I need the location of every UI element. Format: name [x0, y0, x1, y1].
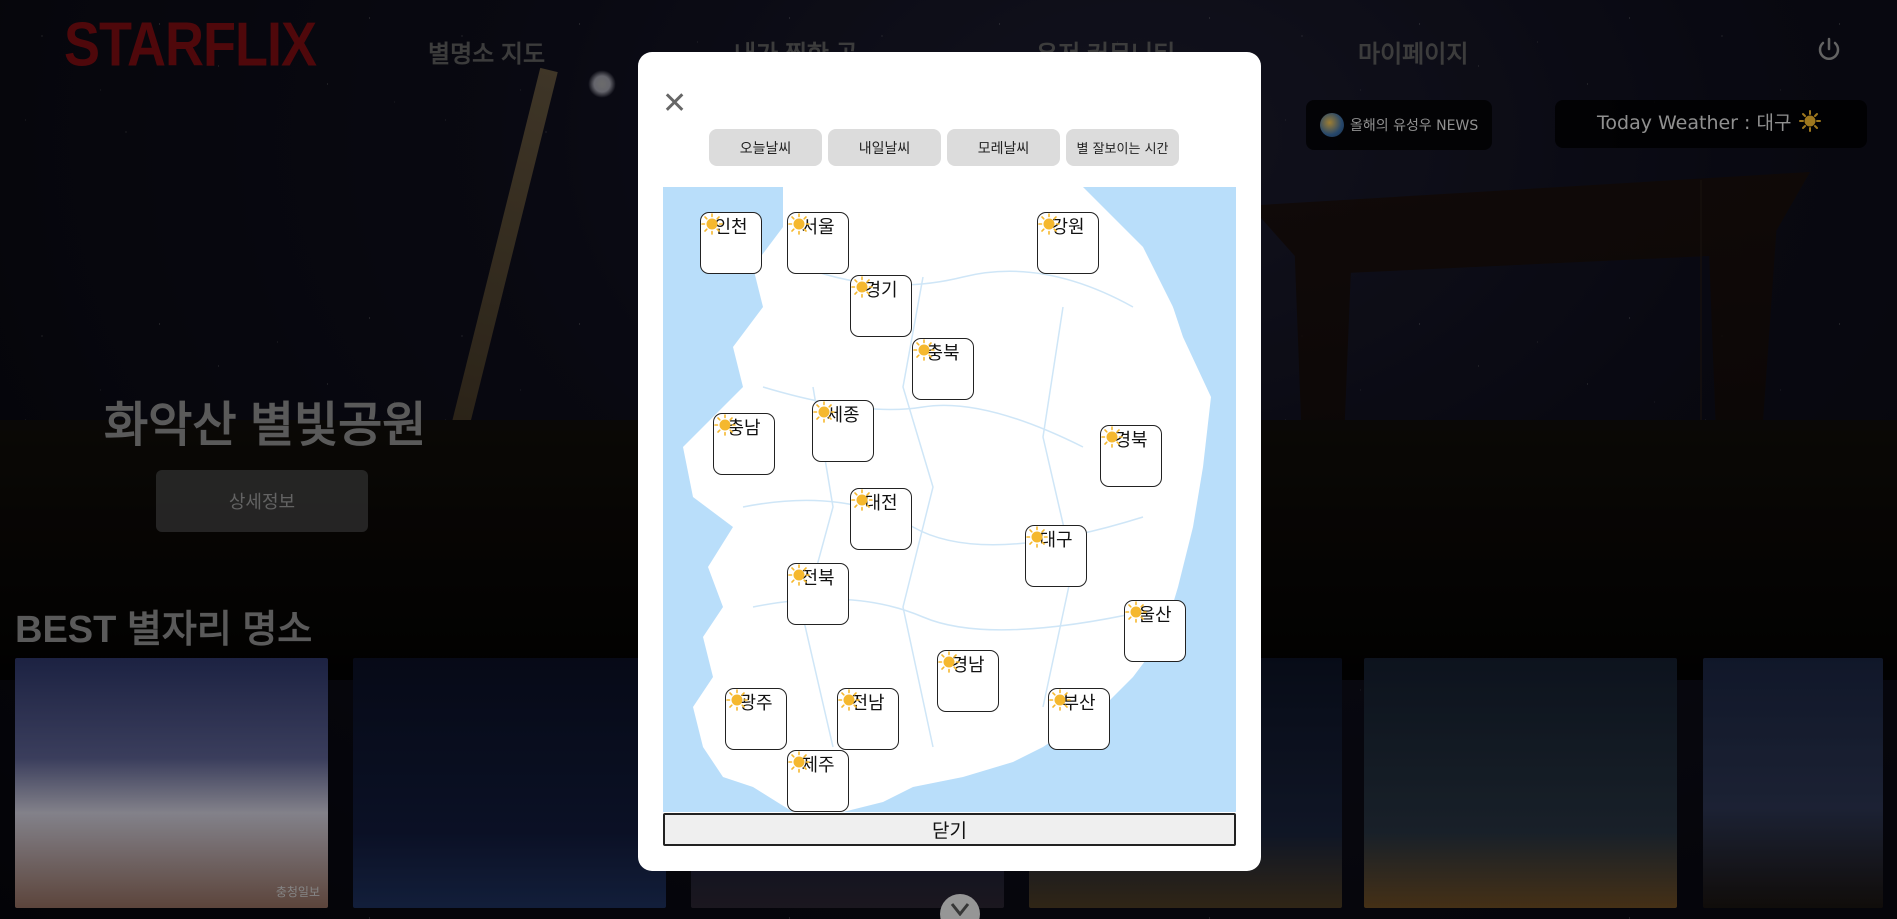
region-gwangju[interactable]: 광주: [725, 688, 787, 750]
modal-close-button[interactable]: 닫기: [663, 813, 1236, 846]
region-gyeongnam[interactable]: 경남: [937, 650, 999, 712]
region-jeonbuk[interactable]: 전북: [787, 563, 849, 625]
tab-day-after[interactable]: 모레날씨: [947, 129, 1060, 166]
korea-weather-map: 인천 서울 강원 경기 충북 충남 세종 경북 대전 대구 전북 울산 경남 광…: [663, 187, 1236, 812]
region-jeju[interactable]: 제주: [787, 750, 849, 812]
region-chungbuk[interactable]: 충북: [912, 338, 974, 400]
close-icon[interactable]: ✕: [662, 89, 687, 119]
region-incheon[interactable]: 인천: [700, 212, 762, 274]
weather-modal: ✕ 오늘날씨 내일날씨 모레날씨 별 잘보이는 시간 인천 서울 강원 경기 충…: [638, 52, 1261, 871]
region-sejong[interactable]: 세종: [812, 400, 874, 462]
tab-tomorrow[interactable]: 내일날씨: [828, 129, 941, 166]
region-gyeongbuk[interactable]: 경북: [1100, 425, 1162, 487]
tab-today[interactable]: 오늘날씨: [709, 129, 822, 166]
region-daegu[interactable]: 대구: [1025, 525, 1087, 587]
tab-best-star-time[interactable]: 별 잘보이는 시간: [1066, 129, 1179, 166]
region-gangwon[interactable]: 강원: [1037, 212, 1099, 274]
region-daejeon[interactable]: 대전: [850, 488, 912, 550]
region-ulsan[interactable]: 울산: [1124, 600, 1186, 662]
region-gyeonggi[interactable]: 경기: [850, 275, 912, 337]
region-busan[interactable]: 부산: [1048, 688, 1110, 750]
region-chungnam[interactable]: 충남: [713, 413, 775, 475]
region-seoul[interactable]: 서울: [787, 212, 849, 274]
weather-tabs: 오늘날씨 내일날씨 모레날씨 별 잘보이는 시간: [709, 129, 1179, 166]
region-jeonnam[interactable]: 전남: [837, 688, 899, 750]
